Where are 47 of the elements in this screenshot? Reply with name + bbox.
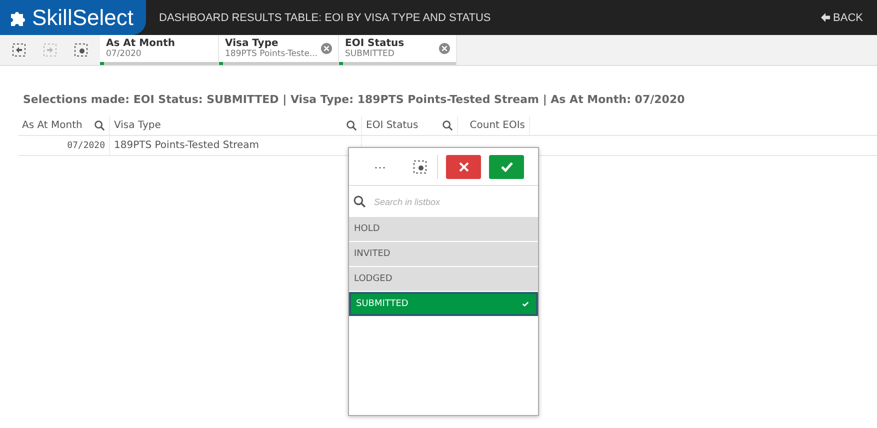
item-label: INVITED: [354, 249, 390, 259]
search-icon[interactable]: [346, 120, 357, 131]
clear-selection-button[interactable]: [411, 158, 429, 176]
search-field[interactable]: Search in listbox: [372, 196, 534, 208]
close-icon: [458, 162, 468, 172]
clear-chip-button[interactable]: [321, 43, 332, 54]
chip-field: As At Month: [106, 38, 212, 49]
chip-value: 07/2020: [106, 49, 142, 59]
selections-summary: Selections made: EOI Status: SUBMITTED | Visa Type: 189PTS Points-Tested Stream | As At Month: 07/2020: [23, 93, 686, 106]
selection-chip[interactable]: As At Month 07/2020: [100, 35, 219, 65]
column-header: EOI Status: [366, 120, 418, 131]
table-cell: 07/2020: [18, 136, 110, 155]
chip-value: SUBMITTED: [345, 49, 396, 59]
cancel-button[interactable]: [446, 154, 481, 178]
search-icon[interactable]: [442, 120, 453, 131]
clear-chip-button[interactable]: [439, 43, 450, 54]
step-back-button[interactable]: [10, 41, 28, 59]
chip-value: 189PTS Points-Teste...: [225, 49, 319, 59]
item-label: SUBMITTED: [356, 299, 408, 309]
chip-field: EOI Status: [345, 38, 439, 49]
column-header: Visa Type: [114, 120, 161, 131]
clear-selections-icon: [74, 43, 88, 57]
column-header: Count EOIs: [470, 120, 525, 131]
selection-chip[interactable]: Visa Type 189PTS Points-Teste...: [219, 35, 339, 65]
listbox-item[interactable]: INVITED: [349, 242, 538, 266]
clear-all-button[interactable]: [72, 41, 90, 59]
listbox-item[interactable]: HOLD: [349, 217, 538, 241]
clear-selections-icon: [413, 160, 427, 174]
column-header: As At Month: [22, 120, 82, 131]
close-icon: [324, 46, 329, 51]
selection-chip[interactable]: EOI Status SUBMITTED: [339, 35, 457, 65]
chip-field: Visa Type: [225, 38, 321, 49]
item-label: HOLD: [354, 224, 380, 234]
confirm-button[interactable]: [489, 154, 524, 178]
search-icon[interactable]: [94, 120, 105, 131]
arrow-left-icon: [821, 13, 830, 22]
logo-text: SkillSelect: [32, 4, 134, 30]
close-icon: [442, 46, 447, 51]
dashboard-title: DASHBOARD RESULTS TABLE: EOI BY VISA TYPE AND STATUS: [159, 12, 492, 24]
back-link[interactable]: BACK: [821, 12, 863, 24]
item-label: LODGED: [354, 274, 392, 284]
listbox-item[interactable]: LODGED: [349, 267, 538, 291]
search-icon[interactable]: [353, 195, 366, 208]
listbox-item[interactable]: SUBMITTED: [349, 292, 538, 316]
more-button[interactable]: ···: [369, 160, 391, 174]
check-icon: [500, 162, 512, 172]
check-icon: [522, 301, 529, 307]
